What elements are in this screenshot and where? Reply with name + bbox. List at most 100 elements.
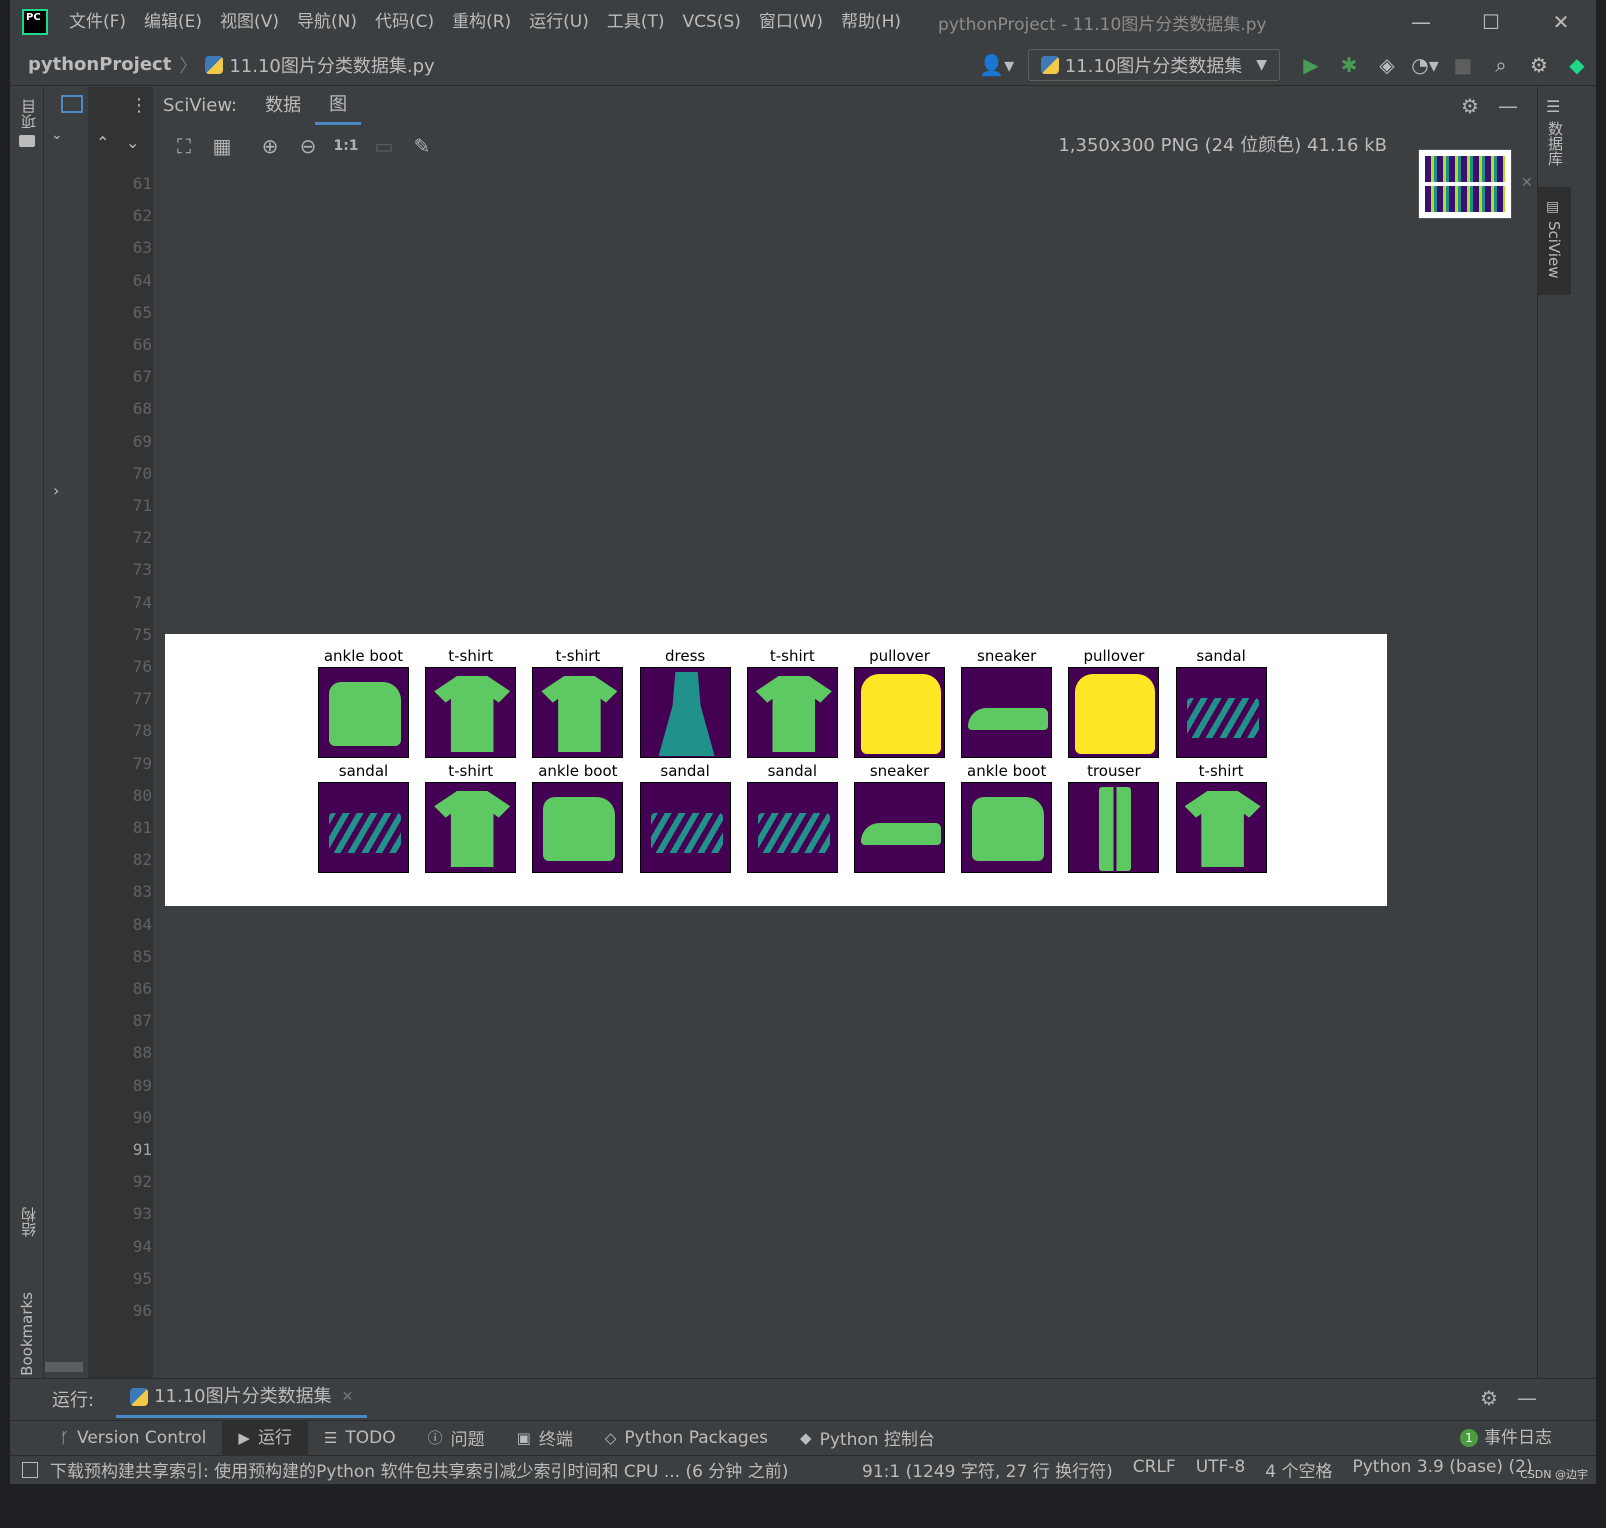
menu-edit[interactable]: 编辑(E) xyxy=(135,0,211,44)
subplot-image xyxy=(1068,782,1160,873)
window-controls: — ☐ ✕ xyxy=(1386,0,1596,44)
menu-view[interactable]: 视图(V) xyxy=(211,0,288,44)
project-tool-button[interactable]: 项目 xyxy=(18,99,39,129)
plot-thumbnail[interactable] xyxy=(1418,149,1512,219)
bookmarks-tool-button[interactable]: Bookmarks xyxy=(18,1292,36,1376)
menu-help[interactable]: 帮助(H) xyxy=(832,0,910,44)
python-interpreter[interactable]: Python 3.9 (base) (2) xyxy=(1353,1457,1533,1482)
python-file-icon xyxy=(205,55,224,74)
run-configuration-select[interactable]: 11.10图片分类数据集 ▼ xyxy=(1027,49,1280,81)
thumbnail-row-2 xyxy=(1425,186,1505,212)
status-message[interactable]: 下载预构建共享索引: 使用预构建的Python 软件包共享索引减少索引时间和 C… xyxy=(50,1457,840,1482)
gear-icon[interactable]: ⚙ xyxy=(1520,44,1558,86)
line-number: 69 xyxy=(132,431,152,451)
actual-size-button[interactable]: 1:1 xyxy=(327,125,365,167)
line-ending[interactable]: CRLF xyxy=(1133,1457,1176,1482)
panel-view-icon[interactable] xyxy=(61,95,83,113)
tool-problems[interactable]: ⓘ 问题 xyxy=(412,1425,501,1450)
subplot-image xyxy=(532,667,624,758)
tool-terminal[interactable]: ▣ 终端 xyxy=(501,1425,589,1451)
grid-icon[interactable]: ▦ xyxy=(203,125,241,167)
menu-code[interactable]: 代码(C) xyxy=(366,0,443,44)
chevron-right-icon[interactable]: › xyxy=(53,481,59,500)
tool-todo[interactable]: ☰ TODO xyxy=(308,1428,412,1448)
close-tab-icon[interactable]: ✕ xyxy=(342,1379,354,1415)
subplot-image xyxy=(961,667,1053,758)
zoom-in-icon[interactable]: ⊕ xyxy=(251,125,289,167)
user-icon[interactable]: 👤▾ xyxy=(978,44,1016,86)
subplot-image xyxy=(746,667,838,758)
toggle-tool-windows-icon[interactable] xyxy=(22,1462,38,1478)
search-icon[interactable]: ⌕ xyxy=(1482,44,1520,86)
tool-problems-label: 问题 xyxy=(450,1430,485,1450)
minimize-icon[interactable]: — xyxy=(1386,0,1456,44)
database-icon: ☰ xyxy=(1546,97,1561,116)
list-icon: ☰ xyxy=(323,1428,338,1447)
breadcrumb-separator-icon: 〉 xyxy=(179,55,198,77)
tab-plots[interactable]: 图 xyxy=(315,87,362,125)
menu-window[interactable]: 窗口(W) xyxy=(750,0,832,44)
tool-version-control[interactable]: ᚴ Version Control xyxy=(44,1428,222,1448)
menu-vcs[interactable]: VCS(S) xyxy=(674,0,750,44)
run-configuration-label: 11.10图片分类数据集 xyxy=(1064,56,1243,77)
more-options-icon[interactable]: ⋮ xyxy=(130,95,148,116)
zoom-out-icon[interactable]: ⊖ xyxy=(289,125,327,167)
gear-icon[interactable]: ⚙ xyxy=(1451,85,1489,127)
close-thumbnail-icon[interactable]: ✕ xyxy=(1521,175,1533,191)
run-label: 运行: xyxy=(52,1389,95,1411)
tab-data[interactable]: 数据 xyxy=(251,87,315,125)
breadcrumb-project[interactable]: pythonProject xyxy=(28,54,171,75)
breadcrumb-file[interactable]: 11.10图片分类数据集.py xyxy=(229,52,434,78)
left-tool-stripe: 项目 结构 Bookmarks 🔖 xyxy=(10,87,44,1406)
tool-terminal-label: 终端 xyxy=(538,1430,573,1450)
file-encoding[interactable]: UTF-8 xyxy=(1196,1457,1246,1482)
chessboard-icon[interactable]: ▭ xyxy=(365,125,403,167)
toolbox-icon[interactable]: ◆ xyxy=(1558,44,1596,86)
line-number: 71 xyxy=(132,496,152,515)
hide-panel-icon[interactable]: — xyxy=(1508,1377,1546,1419)
menu-refactor[interactable]: 重构(R) xyxy=(443,0,520,44)
close-icon[interactable]: ✕ xyxy=(1526,0,1596,44)
subplot-title: t-shirt xyxy=(1198,762,1244,780)
gear-icon[interactable]: ⚙ xyxy=(1470,1377,1508,1419)
next-occurrence-icon[interactable]: ⌄ xyxy=(126,133,139,152)
event-log-button[interactable]: 1 事件日志 xyxy=(1460,1421,1552,1455)
horizontal-scrollbar[interactable] xyxy=(45,1362,83,1372)
menu-run[interactable]: 运行(U) xyxy=(520,0,598,44)
clothing-silhouette xyxy=(541,676,618,752)
menu-tools[interactable]: 工具(T) xyxy=(598,0,674,44)
line-number: 65 xyxy=(132,302,152,322)
menu-file[interactable]: 文件(F) xyxy=(60,0,135,44)
menu-navigate[interactable]: 导航(N) xyxy=(288,0,366,44)
run-tab[interactable]: 11.10图片分类数据集 ✕ xyxy=(116,1379,368,1418)
run-icon: ▶ xyxy=(238,1428,250,1447)
fit-to-window-icon[interactable]: ⛶ xyxy=(165,125,203,167)
database-tool-button[interactable]: 数据库 xyxy=(1545,121,1566,166)
previous-occurrence-icon[interactable]: ⌃ xyxy=(96,133,109,152)
coverage-icon[interactable]: ◈ xyxy=(1368,44,1406,86)
line-number: 91 xyxy=(132,1140,152,1159)
color-picker-icon[interactable]: ✎ xyxy=(403,125,441,167)
tool-python-console[interactable]: ◆ Python 控制台 xyxy=(784,1425,951,1451)
tool-run[interactable]: ▶ 运行 xyxy=(222,1420,308,1455)
hide-panel-icon[interactable]: — xyxy=(1489,85,1527,127)
subplot-image xyxy=(318,782,409,873)
chevron-down-icon[interactable]: ⌄ xyxy=(51,127,63,143)
profile-icon[interactable]: ◔▾ xyxy=(1406,44,1444,86)
maximize-icon[interactable]: ☐ xyxy=(1456,0,1526,44)
structure-tool-button[interactable]: 结构 xyxy=(18,1207,39,1237)
subplot-image xyxy=(639,667,731,758)
subplot-image xyxy=(1068,667,1160,758)
debug-icon[interactable]: ✱ xyxy=(1330,44,1368,86)
tool-python-console-label: Python 控制台 xyxy=(819,1430,935,1450)
line-number: 86 xyxy=(132,979,152,998)
tool-python-packages[interactable]: ◇ Python Packages xyxy=(589,1428,784,1448)
run-icon[interactable]: ▶ xyxy=(1292,44,1330,86)
indent-setting[interactable]: 4 个空格 xyxy=(1265,1457,1332,1482)
line-number: 67 xyxy=(132,367,152,387)
stop-icon[interactable]: ■ xyxy=(1444,44,1482,86)
caret-position[interactable]: 91:1 (1249 字符, 27 行 换行符) xyxy=(862,1457,1113,1482)
nav-toolbar: 👤▾ 11.10图片分类数据集 ▼ ▶ ✱ ◈ ◔▾ ■ ⌕ ⚙ ◆ xyxy=(978,44,1596,86)
line-number: 76 xyxy=(132,657,152,676)
sciview-tool-button[interactable]: SciView xyxy=(1545,221,1563,279)
